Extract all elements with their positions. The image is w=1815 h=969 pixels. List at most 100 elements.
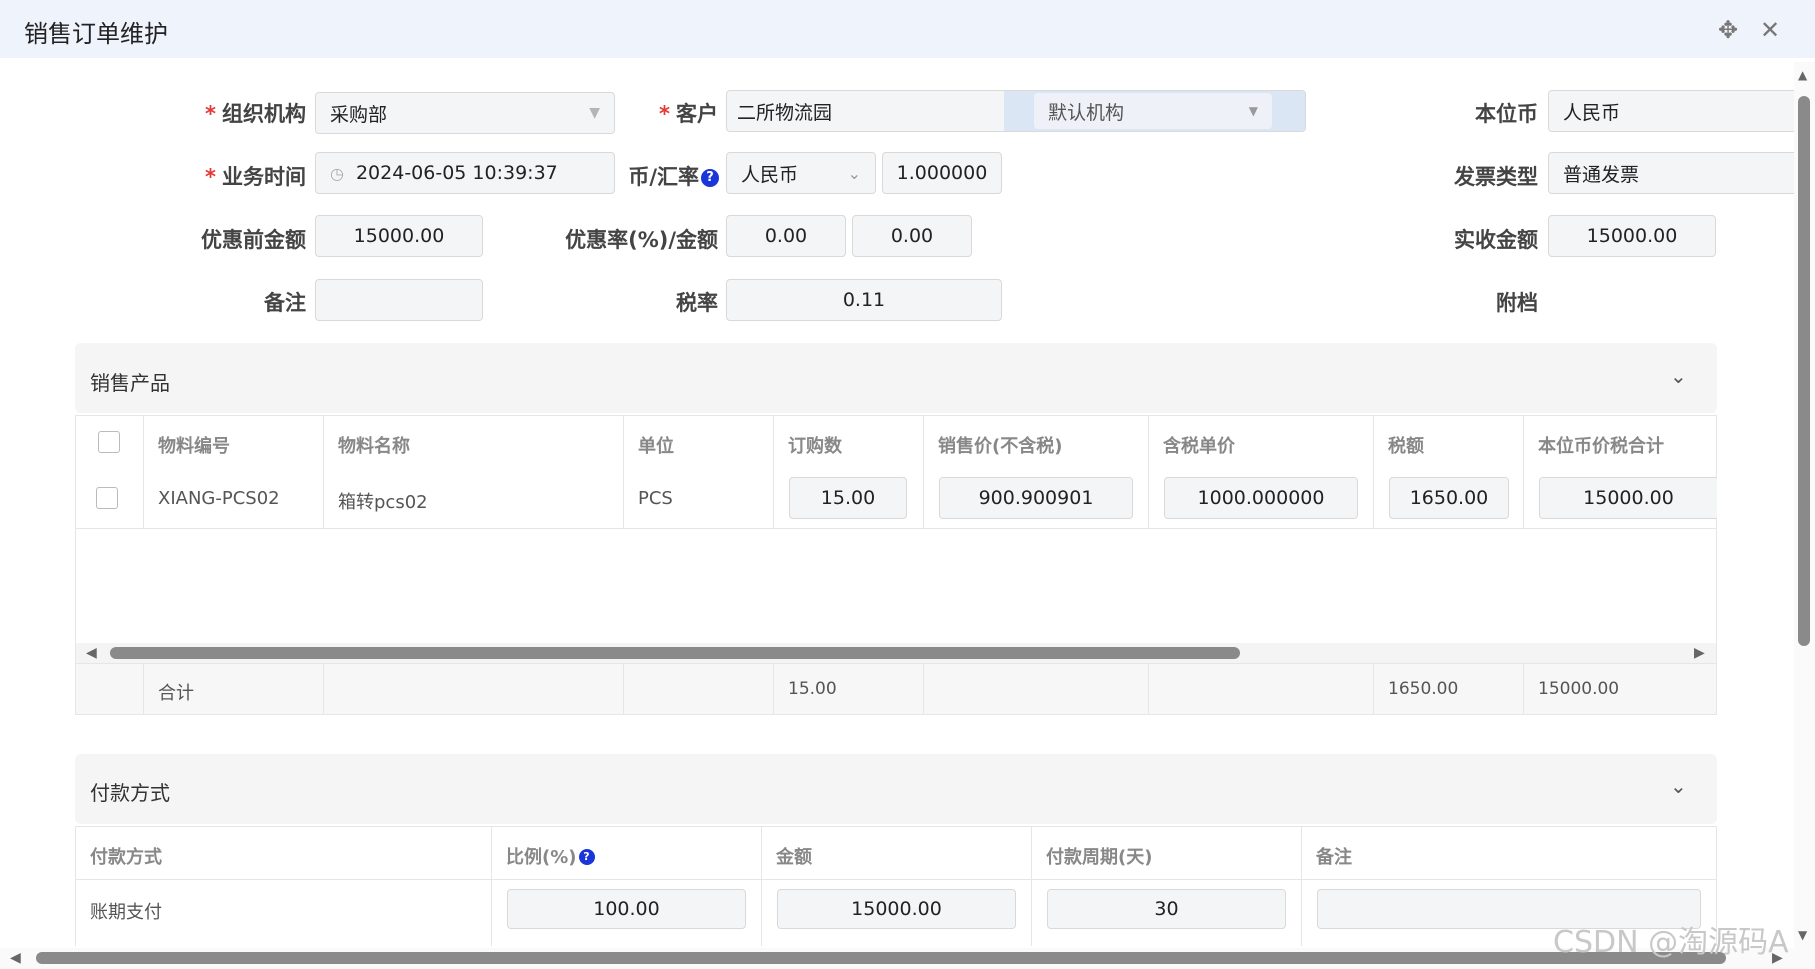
row-divider (75, 879, 1717, 880)
pay-amount-value: 15000.00 (851, 898, 942, 920)
org-select[interactable]: 采购部 ▼ (315, 92, 615, 134)
chevron-down-icon: ⌄ (847, 163, 861, 183)
price-input[interactable]: 900.900901 (939, 477, 1133, 519)
biz-time-picker[interactable]: ◷ 2024-06-05 10:39:37 (315, 152, 615, 194)
chevron-down-icon: ▼ (589, 105, 600, 121)
col-header-total: 本位币价税合计 (1538, 436, 1664, 457)
pay-col-remark: 备注 (1316, 847, 1352, 868)
row-checkbox[interactable] (96, 487, 118, 509)
payment-section-title: 付款方式 (90, 781, 170, 805)
base-currency-label: 本位币 (1475, 102, 1538, 126)
pre-discount-label: 优惠前金额 (201, 228, 306, 252)
clock-icon: ◷ (330, 163, 344, 183)
attachment-label: 附档 (1496, 291, 1538, 315)
invoice-type-label: 发票类型 (1454, 165, 1538, 189)
move-icon[interactable]: ✥ (1714, 16, 1742, 44)
pay-cell-method: 账期支付 (90, 902, 162, 923)
col-divider (1523, 415, 1524, 529)
base-currency-value: 人民币 (1563, 101, 1621, 124)
page-scroll-left-arrow[interactable]: ◀ (10, 950, 21, 966)
biz-time-label: * 业务时间 (205, 165, 306, 189)
help-icon[interactable]: ? (701, 169, 719, 187)
rate-input[interactable]: 1.000000 (882, 152, 1002, 194)
scroll-right-arrow[interactable]: ▶ (1694, 645, 1705, 661)
col-divider (1301, 826, 1302, 946)
col-divider (923, 663, 924, 715)
pay-ratio-input[interactable]: 100.00 (507, 889, 746, 929)
tax-value: 1650.00 (1409, 487, 1489, 509)
col-divider (623, 663, 624, 715)
pay-period-value: 30 (1154, 898, 1179, 920)
price-value: 900.900901 (978, 487, 1094, 509)
payment-section-header[interactable] (75, 754, 1717, 824)
remark-label: 备注 (264, 291, 306, 315)
col-divider (323, 663, 324, 715)
total-input[interactable]: 15000.00 (1539, 477, 1717, 519)
tax-input[interactable]: 1650.00 (1389, 477, 1509, 519)
summary-total: 15000.00 (1538, 679, 1620, 699)
col-divider (1373, 415, 1374, 529)
close-icon[interactable]: ✕ (1756, 16, 1784, 44)
customer-label: * 客户 (659, 102, 718, 126)
summary-row (76, 663, 1716, 714)
col-divider (1148, 663, 1149, 715)
chevron-down-icon[interactable]: ⌄ (1670, 364, 1687, 388)
col-divider (773, 663, 774, 715)
invoice-type-select[interactable]: 普通发票 (1548, 152, 1798, 194)
col-header-qty: 订购数 (788, 436, 842, 457)
products-section-header[interactable] (75, 343, 1717, 413)
pay-col-ratio: 比例(%)? (506, 843, 595, 869)
scroll-left-arrow[interactable]: ◀ (86, 645, 97, 661)
summary-tax: 1650.00 (1388, 679, 1459, 699)
page-scroll-thumb[interactable] (36, 952, 1726, 964)
col-divider (1031, 826, 1032, 946)
col-header-tax-price: 含税单价 (1163, 436, 1235, 457)
col-divider (623, 415, 624, 529)
col-divider (923, 415, 924, 529)
discount-rate-value: 0.00 (764, 225, 808, 247)
pay-period-input[interactable]: 30 (1047, 889, 1286, 929)
discount-amount-input[interactable]: 0.00 (852, 215, 972, 257)
customer-org-area: 默认机构 ▼ (1003, 91, 1305, 131)
pay-col-amount: 金额 (776, 847, 812, 868)
products-scroll-thumb[interactable] (110, 647, 1240, 659)
pre-discount-value: 15000.00 (353, 225, 445, 247)
tax-rate-input[interactable]: 0.11 (726, 279, 1002, 321)
vertical-scroll-thumb[interactable] (1798, 96, 1810, 646)
col-divider (323, 415, 324, 529)
scroll-up-arrow[interactable]: ▲ (1798, 68, 1807, 82)
cell-unit: PCS (638, 488, 673, 509)
scroll-down-arrow[interactable]: ▼ (1798, 928, 1807, 942)
col-header-tax: 税额 (1388, 436, 1424, 457)
chevron-down-icon[interactable]: ⌄ (1670, 774, 1687, 798)
base-currency-field[interactable]: 人民币 (1548, 90, 1798, 132)
help-icon[interactable]: ? (578, 849, 595, 865)
org-label: * 组织机构 (205, 102, 306, 126)
title-bar (0, 0, 1815, 58)
col-divider (143, 415, 144, 529)
discount-rate-input[interactable]: 0.00 (726, 215, 846, 257)
customer-field[interactable]: 二所物流园 默认机构 ▼ (726, 90, 1306, 132)
currency-value: 人民币 (741, 163, 799, 186)
tax-price-value: 1000.000000 (1197, 487, 1325, 509)
tax-price-input[interactable]: 1000.000000 (1164, 477, 1358, 519)
select-all-checkbox[interactable] (98, 431, 120, 453)
org-value: 采购部 (330, 103, 388, 126)
pay-ratio-value: 100.00 (593, 898, 660, 920)
currency-select[interactable]: 人民币 ⌄ (726, 152, 876, 194)
col-divider (143, 663, 144, 715)
actual-amount-label: 实收金额 (1454, 228, 1538, 252)
actual-amount-value: 15000.00 (1586, 225, 1678, 247)
customer-org-value: 默认机构 (1047, 101, 1124, 124)
pre-discount-input[interactable]: 15000.00 (315, 215, 483, 257)
biz-time-value: 2024-06-05 10:39:37 (355, 162, 558, 184)
total-value: 15000.00 (1583, 487, 1674, 509)
col-divider (491, 826, 492, 946)
pay-col-period: 付款周期(天) (1046, 847, 1153, 868)
actual-amount-input[interactable]: 15000.00 (1548, 215, 1716, 257)
customer-org-select[interactable]: 默认机构 ▼ (1033, 93, 1272, 129)
pay-amount-input[interactable]: 15000.00 (777, 889, 1016, 929)
qty-input[interactable]: 15.00 (789, 477, 907, 519)
invoice-type-value: 普通发票 (1563, 163, 1640, 186)
remark-input[interactable] (315, 279, 483, 321)
